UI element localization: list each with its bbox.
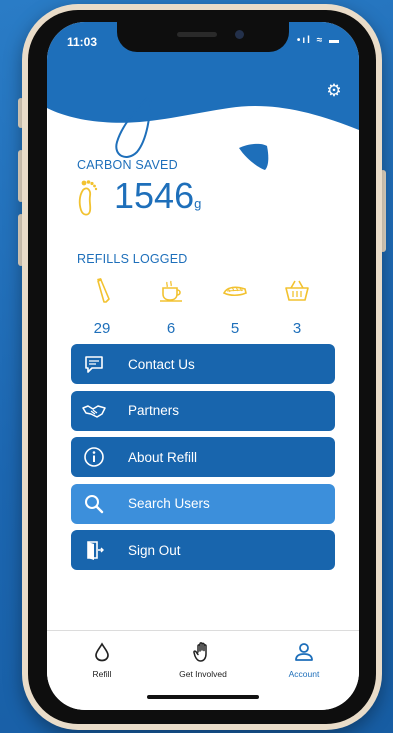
search-users-label: Search Users bbox=[128, 496, 210, 511]
info-icon bbox=[82, 445, 106, 469]
search-users-button[interactable]: Search Users bbox=[71, 483, 335, 524]
partners-button[interactable]: Partners bbox=[71, 390, 335, 431]
search-icon bbox=[82, 492, 106, 516]
speaker bbox=[177, 32, 217, 37]
about-refill-label: About Refill bbox=[128, 449, 198, 465]
water-drop-icon bbox=[57, 641, 147, 663]
tab-refill-label: Refill bbox=[92, 669, 112, 679]
shopping-basket-icon bbox=[285, 280, 309, 301]
tab-refill[interactable]: Refill bbox=[57, 641, 147, 679]
basket-count: 3 bbox=[292, 320, 302, 337]
handshake-icon bbox=[82, 399, 106, 423]
refills-logged-label: REFILLS LOGGED bbox=[77, 252, 188, 266]
account-menu: Contact Us Partners About Refill Search … bbox=[71, 344, 335, 577]
tab-get-involved-label: Get Involved bbox=[179, 669, 227, 679]
refill-drop-filled-icon bbox=[239, 143, 269, 170]
chat-bubble-icon bbox=[82, 352, 106, 376]
lunchbox-count: 5 bbox=[230, 320, 240, 337]
status-time: 11:03 bbox=[67, 35, 98, 49]
account-header: ⚙ bbox=[47, 62, 359, 172]
status-icons: •ıl ≈ ▬ bbox=[296, 35, 341, 46]
refill-stat-bottle: 29 bbox=[72, 277, 132, 337]
carbon-unit: g bbox=[194, 196, 202, 211]
carbon-number: 1546 bbox=[114, 175, 195, 216]
bottle-icon bbox=[97, 278, 110, 303]
tab-account[interactable]: Account bbox=[259, 641, 349, 679]
front-camera bbox=[235, 30, 244, 39]
contact-us-button[interactable]: Contact Us bbox=[71, 344, 335, 384]
refills-row: 29 6 5 3 bbox=[47, 277, 359, 337]
phone-screen: 11:03 •ıl ≈ ▬ ⚙ CARBON SAVED 1546g REFIL… bbox=[47, 22, 359, 710]
carbon-saved-value: 1546g bbox=[114, 176, 201, 224]
contact-us-label: Contact Us bbox=[128, 356, 195, 372]
partners-label: Partners bbox=[128, 403, 180, 418]
settings-gear-icon[interactable]: ⚙ bbox=[325, 82, 343, 100]
tab-get-involved[interactable]: Get Involved bbox=[158, 641, 248, 679]
coffee-count: 6 bbox=[166, 320, 176, 337]
bottle-count: 29 bbox=[93, 320, 111, 337]
home-indicator bbox=[147, 695, 259, 699]
notch bbox=[117, 22, 289, 52]
coffee-cup-icon bbox=[160, 280, 182, 302]
sign-out-button[interactable]: Sign Out bbox=[71, 530, 335, 570]
header-wave bbox=[47, 62, 359, 170]
door-exit-icon bbox=[82, 538, 106, 562]
app-screenshot: 11:03 •ıl ≈ ▬ ⚙ CARBON SAVED 1546g REFIL… bbox=[0, 0, 393, 733]
refill-stat-basket: 3 bbox=[267, 277, 327, 337]
lunchbox-icon bbox=[222, 286, 247, 297]
refill-stat-lunchbox: 5 bbox=[205, 277, 265, 337]
about-refill-button[interactable]: About Refill bbox=[71, 437, 335, 477]
carbon-saved-label: CARBON SAVED bbox=[77, 158, 178, 172]
refill-stat-coffee: 6 bbox=[141, 277, 201, 337]
footprint-icon bbox=[78, 180, 98, 216]
tab-account-label: Account bbox=[288, 669, 320, 679]
person-icon bbox=[259, 641, 349, 663]
hand-icon bbox=[158, 641, 248, 663]
sign-out-label: Sign Out bbox=[128, 542, 181, 558]
